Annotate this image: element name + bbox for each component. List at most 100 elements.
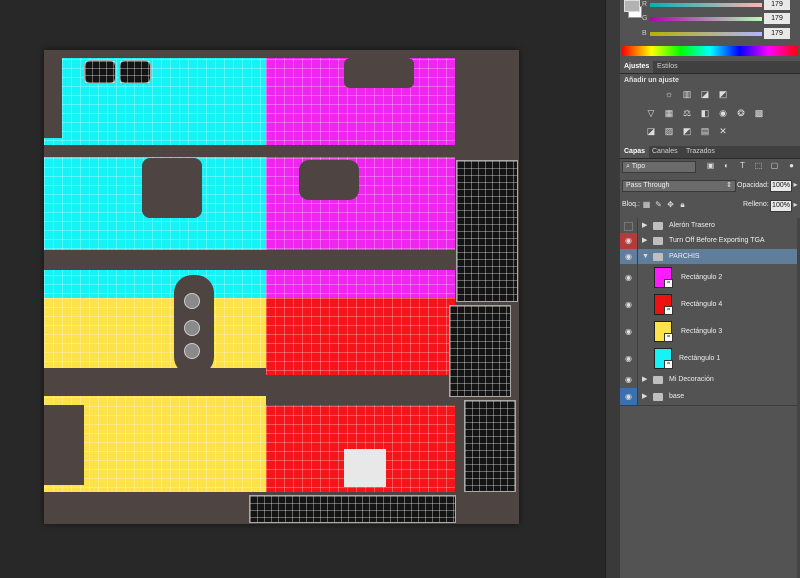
folder-icon	[653, 392, 663, 401]
uv-gap	[44, 50, 519, 58]
tab-capas[interactable]: Capas	[620, 146, 650, 158]
visibility-toggle[interactable]: ◉	[620, 372, 638, 388]
fill-label: Relleno:	[743, 201, 769, 208]
vector-mask-icon: ⌗	[664, 333, 673, 342]
slider-value[interactable]: 179	[764, 28, 790, 39]
folder-open-icon	[653, 252, 663, 261]
color-spectrum-ramp[interactable]	[622, 46, 798, 56]
eye-icon: ◉	[625, 272, 632, 282]
selective-color-icon[interactable]: ✕	[718, 126, 728, 136]
bw-icon[interactable]: ◧	[700, 108, 710, 118]
slider-track[interactable]	[650, 32, 762, 36]
fill-field[interactable]: 100%	[770, 200, 792, 212]
gradient-map-icon[interactable]: ▤	[700, 126, 710, 136]
wheel-bolt-island	[184, 320, 200, 336]
layers-tabbar: Capas Canales Trazados	[620, 146, 800, 159]
type-filter-icon[interactable]: T	[738, 161, 747, 170]
canvas-area[interactable]	[0, 0, 605, 578]
shape-filter-icon[interactable]: ⬚	[754, 161, 763, 170]
visibility-toggle[interactable]: ◉	[620, 345, 638, 372]
expand-triangle-icon[interactable]: ▶	[642, 222, 650, 230]
lock-transparency-icon[interactable]: ▦	[642, 200, 651, 209]
layer-name: Rectángulo 1	[679, 354, 721, 362]
slider-r[interactable]: R 179	[642, 0, 797, 13]
filter-toggle-icon[interactable]: ●	[787, 161, 796, 170]
layer-name: Rectángulo 4	[681, 300, 723, 308]
search-icon: ⌕	[626, 163, 630, 170]
layer-row[interactable]: ◉ ⌗ Rectángulo 1	[620, 345, 797, 373]
lock-all-icon[interactable]: 🔒︎	[678, 200, 687, 209]
layer-row[interactable]: ◉ ⌗ Rectángulo 2	[620, 264, 797, 292]
invert-icon[interactable]: ◪	[646, 126, 656, 136]
layer-row[interactable]: ◉ ⌗ Rectángulo 3	[620, 318, 797, 346]
layer-name: PARCHIS	[669, 252, 700, 260]
pixel-filter-icon[interactable]: ▣	[706, 161, 715, 170]
slider-g[interactable]: G 179	[642, 13, 797, 27]
posterize-icon[interactable]: ▨	[664, 126, 674, 136]
blend-mode-dropdown[interactable]: Pass Through ⇕	[622, 180, 736, 192]
brightness-icon[interactable]: ☼	[664, 89, 674, 99]
color-balance-icon[interactable]: ⚖	[682, 108, 692, 118]
smart-filter-icon[interactable]: ▢	[770, 161, 779, 170]
eye-icon: ◉	[625, 251, 632, 261]
vector-mask-icon: ⌗	[664, 306, 673, 315]
expand-triangle-icon[interactable]: ▶	[642, 393, 650, 401]
expand-triangle-icon[interactable]: ▶	[642, 237, 650, 245]
tab-ajustes[interactable]: Ajustes	[620, 61, 654, 73]
slider-value[interactable]: 179	[764, 0, 790, 10]
photo-filter-icon[interactable]: ◉	[718, 108, 728, 118]
layer-row[interactable]: ◉ ▶ Mi Decoración	[620, 372, 797, 389]
layer-row[interactable]: ▶ Alerón Trasero	[620, 218, 797, 234]
expand-triangle-icon[interactable]: ▶	[642, 376, 650, 384]
threshold-icon[interactable]: ◩	[682, 126, 692, 136]
layer-row[interactable]: ◉ ⌗ Rectángulo 4	[620, 291, 797, 319]
layer-row[interactable]: ◉ ▶ Turn Off Before Exporting TGA	[620, 233, 797, 250]
visibility-toggle[interactable]: ◉	[620, 318, 638, 345]
layer-row[interactable]: ◉ ▶ base	[620, 388, 797, 406]
hue-sat-icon[interactable]: ▦	[664, 108, 674, 118]
curves-icon[interactable]: ◪	[700, 89, 710, 99]
visibility-toggle[interactable]: ◉	[620, 291, 638, 318]
opacity-chevron-icon[interactable]: ▸	[791, 180, 800, 189]
right-panels: R 179 G 179 B 179 Ajustes Estilos Añadir…	[620, 0, 800, 578]
visibility-toggle[interactable]: ◉	[620, 264, 638, 291]
visibility-toggle[interactable]: ◉	[620, 233, 638, 249]
color-lookup-icon[interactable]: ▩	[754, 108, 764, 118]
visibility-toggle[interactable]: ◉	[620, 388, 638, 405]
uv-gap	[44, 145, 455, 157]
blend-mode-value: Pass Through	[626, 182, 670, 189]
layer-filter-dropdown[interactable]: ⌕ Tipo	[622, 161, 696, 173]
collapse-triangle-icon[interactable]: ▼	[642, 253, 650, 261]
exposure-icon[interactable]: ◩	[718, 89, 728, 99]
foreground-color-swatch[interactable]	[624, 0, 640, 12]
grille-island	[456, 160, 518, 302]
slider-b[interactable]: B 179	[642, 28, 797, 42]
layer-row-selected[interactable]: ◉ ▼ PARCHIS	[620, 249, 797, 265]
slider-label: G	[642, 15, 648, 22]
adjustment-filter-icon[interactable]: ◐	[722, 161, 731, 170]
visibility-toggle[interactable]	[620, 218, 638, 233]
channel-mixer-icon[interactable]: ❂	[736, 108, 746, 118]
layer-name: Rectángulo 2	[681, 273, 723, 281]
opacity-field[interactable]: 100%	[770, 180, 792, 192]
slider-value[interactable]: 179	[764, 13, 790, 24]
vector-mask-icon: ⌗	[664, 360, 673, 369]
underbody-island	[249, 495, 456, 523]
levels-icon[interactable]: ▥	[682, 89, 692, 99]
uv-gap	[44, 405, 84, 485]
tab-estilos[interactable]: Estilos	[653, 61, 682, 73]
lock-position-icon[interactable]: ✥	[666, 200, 675, 209]
fill-chevron-icon[interactable]: ▸	[791, 200, 800, 209]
slider-track[interactable]	[650, 3, 762, 7]
layer-name: base	[669, 392, 685, 400]
tab-trazados[interactable]: Trazados	[682, 146, 719, 158]
layer-name: Mi Decoración	[669, 376, 714, 383]
document-canvas[interactable]	[44, 50, 519, 524]
slider-track[interactable]	[650, 17, 762, 21]
tab-canales[interactable]: Canales	[648, 146, 682, 158]
lock-pixels-icon[interactable]: ✎	[654, 200, 663, 209]
visibility-toggle[interactable]: ◉	[620, 249, 638, 264]
mesh-island	[449, 305, 511, 397]
eye-icon: ◉	[625, 236, 632, 245]
vibrance-icon[interactable]: ▽	[646, 108, 656, 118]
